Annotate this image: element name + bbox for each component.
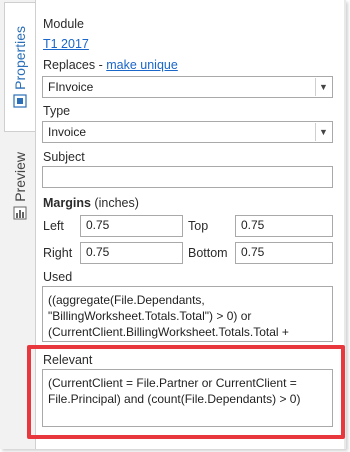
tab-properties[interactable]: Properties — [4, 2, 35, 132]
type-select[interactable]: Invoice ▼ — [42, 121, 333, 143]
panel-edge — [344, 0, 346, 449]
margins-label: Margins — [43, 196, 91, 210]
margin-top-input[interactable]: 0.75 — [235, 215, 333, 237]
type-value: Invoice — [48, 125, 87, 139]
properties-panel: Module T1 2017 Replaces - make unique FI… — [36, 0, 346, 449]
subject-input[interactable] — [42, 166, 333, 188]
preview-chart-icon — [13, 206, 26, 220]
tab-preview-label: Preview — [11, 152, 28, 202]
margins-heading: Margins (inches) — [43, 196, 139, 210]
side-tab-strip: Properties Preview — [0, 0, 36, 449]
properties-window: Properties Preview Module T1 2017 Replac… — [0, 0, 346, 449]
relevant-label: Relevant — [43, 353, 93, 367]
margins-unit: (inches) — [94, 196, 139, 210]
properties-icon — [13, 94, 27, 108]
module-label: Module — [43, 17, 84, 31]
chevron-down-icon[interactable]: ▼ — [315, 123, 331, 141]
replaces-label-row: Replaces - make unique — [43, 58, 178, 72]
used-label: Used — [43, 270, 73, 284]
margin-bottom-input[interactable]: 0.75 — [235, 242, 333, 264]
used-textarea[interactable]: ((aggregate(File.Dependants, "BillingWor… — [42, 286, 333, 342]
tab-properties-label: Properties — [12, 26, 28, 90]
chevron-down-icon[interactable]: ▼ — [315, 78, 331, 96]
replaces-label: Replaces - — [43, 58, 107, 72]
make-unique-link[interactable]: make unique — [106, 58, 178, 72]
margin-right-label: Right — [43, 246, 73, 260]
subject-label: Subject — [43, 150, 85, 164]
replaces-value: FInvoice — [48, 80, 94, 94]
replaces-select[interactable]: FInvoice ▼ — [42, 76, 333, 98]
module-link[interactable]: T1 2017 — [43, 37, 89, 51]
margin-top-label: Top — [188, 219, 209, 233]
margin-bottom-label: Bottom — [188, 246, 228, 260]
margin-right-input[interactable]: 0.75 — [80, 242, 183, 264]
tab-preview[interactable]: Preview — [4, 140, 35, 232]
relevant-textarea[interactable]: (CurrentClient = File.Partner or Current… — [42, 369, 333, 427]
margin-left-label: Left — [43, 219, 64, 233]
type-label: Type — [43, 104, 71, 118]
margin-left-input[interactable]: 0.75 — [80, 215, 183, 237]
